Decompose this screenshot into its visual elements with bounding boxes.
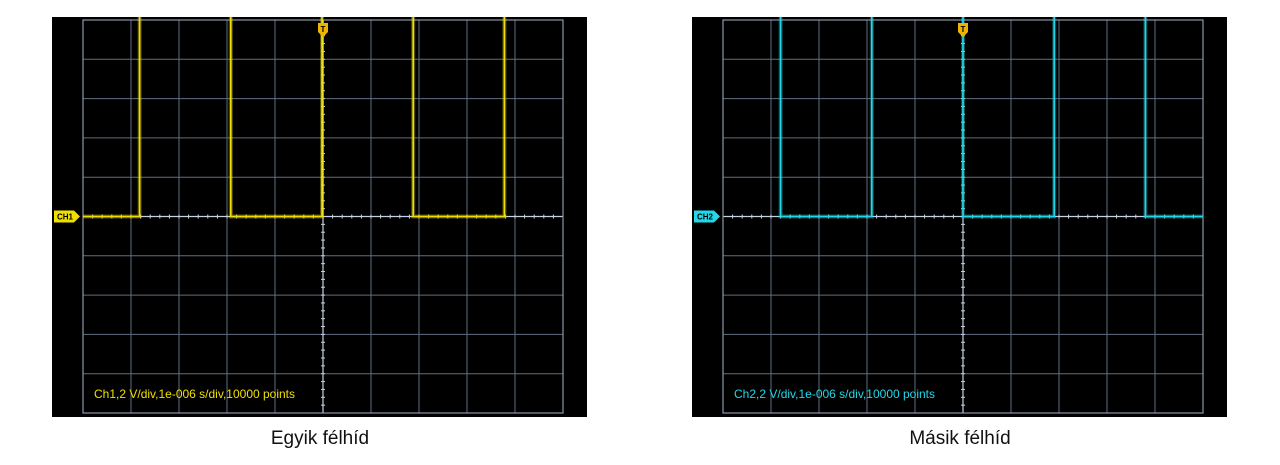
caption-ch1: Egyik félhíd — [270, 428, 370, 449]
waveform-noise-band-ch1 — [83, 17, 507, 219]
channel-marker-ch1: CH1 — [54, 210, 80, 223]
caption-ch2: Másik félhíd — [909, 428, 1011, 449]
scope-display-ch1: T CH1 Ch1,2 V/div,1e-006 s/div,10000 point… — [54, 17, 564, 414]
channel-marker-label-ch2: CH2 — [697, 213, 714, 222]
readout-text-ch1: Ch1,2 V/div,1e-006 s/div,10000 points — [94, 387, 295, 401]
readout-text-ch2: Ch2,2 V/div,1e-006 s/div,10000 points — [734, 387, 935, 401]
channel-marker-ch2: CH2 — [694, 210, 720, 223]
scope-display-ch2: T CH2 Ch2,2 V/div,1e-006 s/div,10000 point… — [694, 17, 1204, 414]
trigger-marker-ch2: T — [958, 23, 968, 37]
waveform-trace-ch2 — [779, 17, 1203, 218]
trigger-marker-ch1: T — [318, 23, 328, 37]
scope-panel-ch1: T CH1 Ch1,2 V/div,1e-006 s/div,10000 point… — [52, 17, 587, 417]
scope-panel-ch2: T CH2 Ch2,2 V/div,1e-006 s/div,10000 point… — [692, 17, 1227, 417]
channel-marker-label-ch1: CH1 — [57, 213, 74, 222]
trigger-marker-label-ch1: T — [321, 25, 326, 34]
trigger-marker-label-ch2: T — [961, 25, 966, 34]
